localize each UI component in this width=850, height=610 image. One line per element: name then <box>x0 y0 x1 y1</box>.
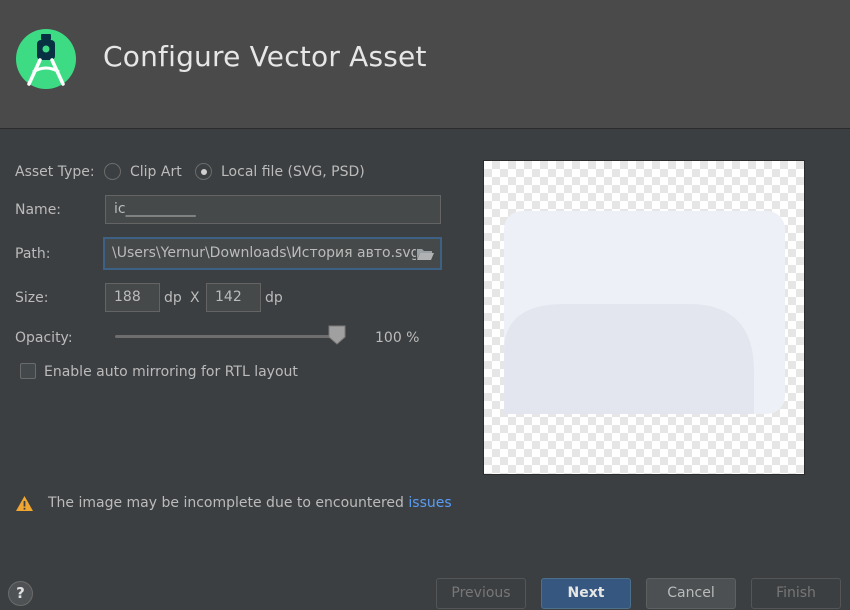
next-button[interactable]: Next <box>541 578 631 609</box>
previous-button[interactable]: Previous <box>436 578 526 609</box>
mirroring-label[interactable]: Enable auto mirroring for RTL layout <box>44 364 298 380</box>
path-input[interactable]: \Users\Yernur\Downloads\История авто.svg <box>103 237 442 270</box>
asset-type-label: Asset Type: <box>15 164 95 180</box>
help-button[interactable]: ? <box>8 581 33 606</box>
warning-text: The image may be incomplete due to encou… <box>48 495 409 511</box>
finish-button[interactable]: Finish <box>751 578 841 609</box>
issues-link[interactable]: issues <box>408 495 451 511</box>
path-value: \Users\Yernur\Downloads\История авто.svg <box>112 245 420 261</box>
size-label: Size: <box>15 290 49 306</box>
name-input[interactable]: ic__________ <box>105 195 441 224</box>
height-input[interactable]: 142 <box>206 283 261 312</box>
local-file-label[interactable]: Local file (SVG, PSD) <box>221 164 365 180</box>
clip-art-radio[interactable] <box>104 163 121 180</box>
preview-image <box>504 211 785 414</box>
opacity-slider-thumb[interactable] <box>328 325 346 345</box>
path-label: Path: <box>15 246 51 262</box>
android-studio-logo <box>16 29 76 89</box>
cancel-button[interactable]: Cancel <box>646 578 736 609</box>
dialog-title: Configure Vector Asset <box>103 40 427 73</box>
opacity-slider-track[interactable] <box>115 335 340 338</box>
opacity-value: 100 % <box>375 330 420 346</box>
height-unit: dp <box>265 290 283 306</box>
vector-preview <box>483 160 805 475</box>
local-file-radio[interactable] <box>195 163 212 180</box>
warning-message: The image may be incomplete due to encou… <box>48 495 452 511</box>
clip-art-label[interactable]: Clip Art <box>130 164 182 180</box>
width-unit: dp <box>164 290 182 306</box>
dialog-header: Configure Vector Asset <box>0 0 850 129</box>
width-input[interactable]: 188 <box>105 283 160 312</box>
warning-icon <box>16 496 33 511</box>
size-separator: X <box>190 290 200 306</box>
opacity-label: Opacity: <box>15 330 73 346</box>
name-label: Name: <box>15 202 62 218</box>
mirroring-checkbox[interactable] <box>20 363 36 379</box>
folder-open-icon[interactable] <box>416 247 434 261</box>
